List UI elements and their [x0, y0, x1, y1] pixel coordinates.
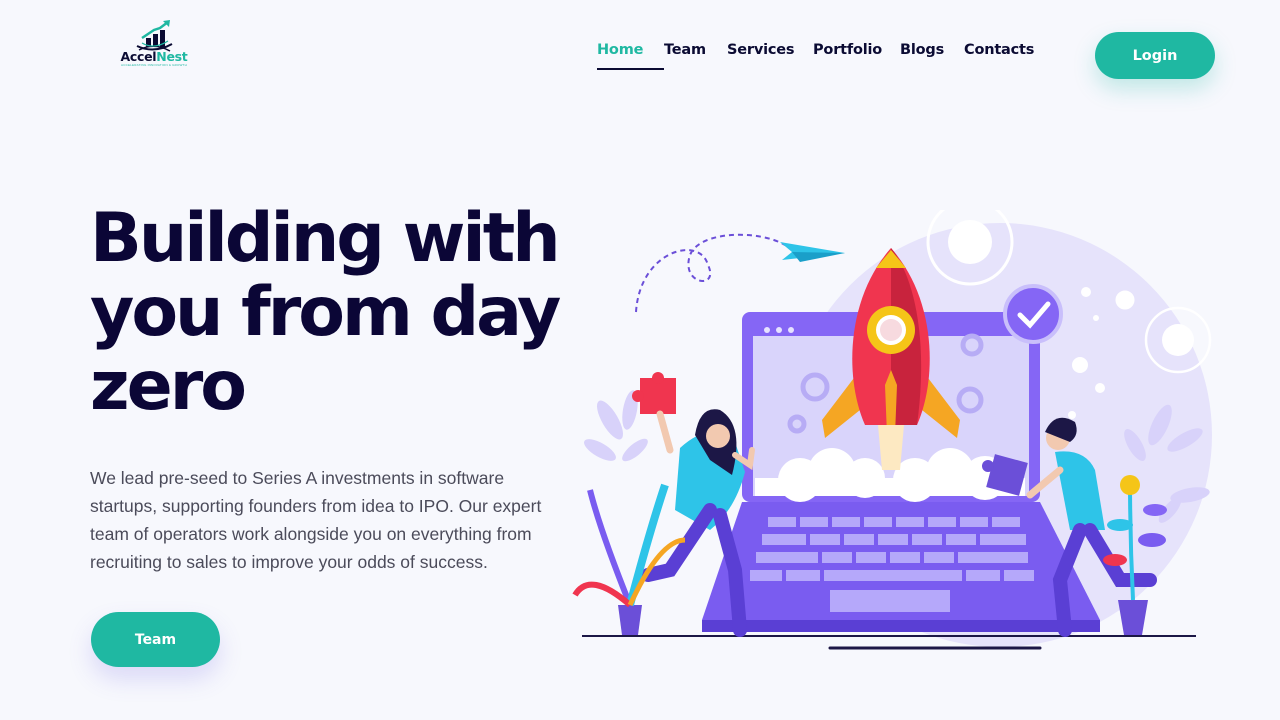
nav-portfolio[interactable]: Portfolio: [813, 42, 900, 70]
nav-home[interactable]: Home: [597, 42, 664, 70]
rocket-launch-illustration: [572, 210, 1212, 650]
chart-bars-arrow-icon: [136, 20, 173, 52]
brand-logo[interactable]: AccelNest ACCELERATING INNOVATION & GROW…: [118, 20, 190, 84]
nav-contacts[interactable]: Contacts: [964, 42, 1034, 70]
team-cta-button[interactable]: Team: [91, 612, 220, 667]
hero-description: We lead pre-seed to Series A investments…: [90, 468, 542, 572]
check-badge-icon: [1003, 284, 1063, 344]
trackpad-shape: [830, 590, 950, 612]
main-nav: Home Team Services Portfolio Blogs Conta…: [597, 42, 1034, 70]
dashed-path-shape: [635, 233, 786, 313]
woman-with-puzzle-figure: [632, 372, 755, 637]
hero-title: Building with you from day zero: [90, 199, 561, 426]
login-button[interactable]: Login: [1095, 32, 1215, 79]
nav-services[interactable]: Services: [727, 42, 813, 70]
brand-name: AccelNest: [121, 50, 188, 63]
nav-blogs[interactable]: Blogs: [900, 42, 964, 70]
brand-name-part2: Nest: [156, 49, 188, 64]
brand-tagline: ACCELERATING INNOVATION & GROWTH: [121, 63, 187, 67]
brand-name-part1: Accel: [120, 49, 157, 64]
nav-team[interactable]: Team: [664, 42, 727, 70]
